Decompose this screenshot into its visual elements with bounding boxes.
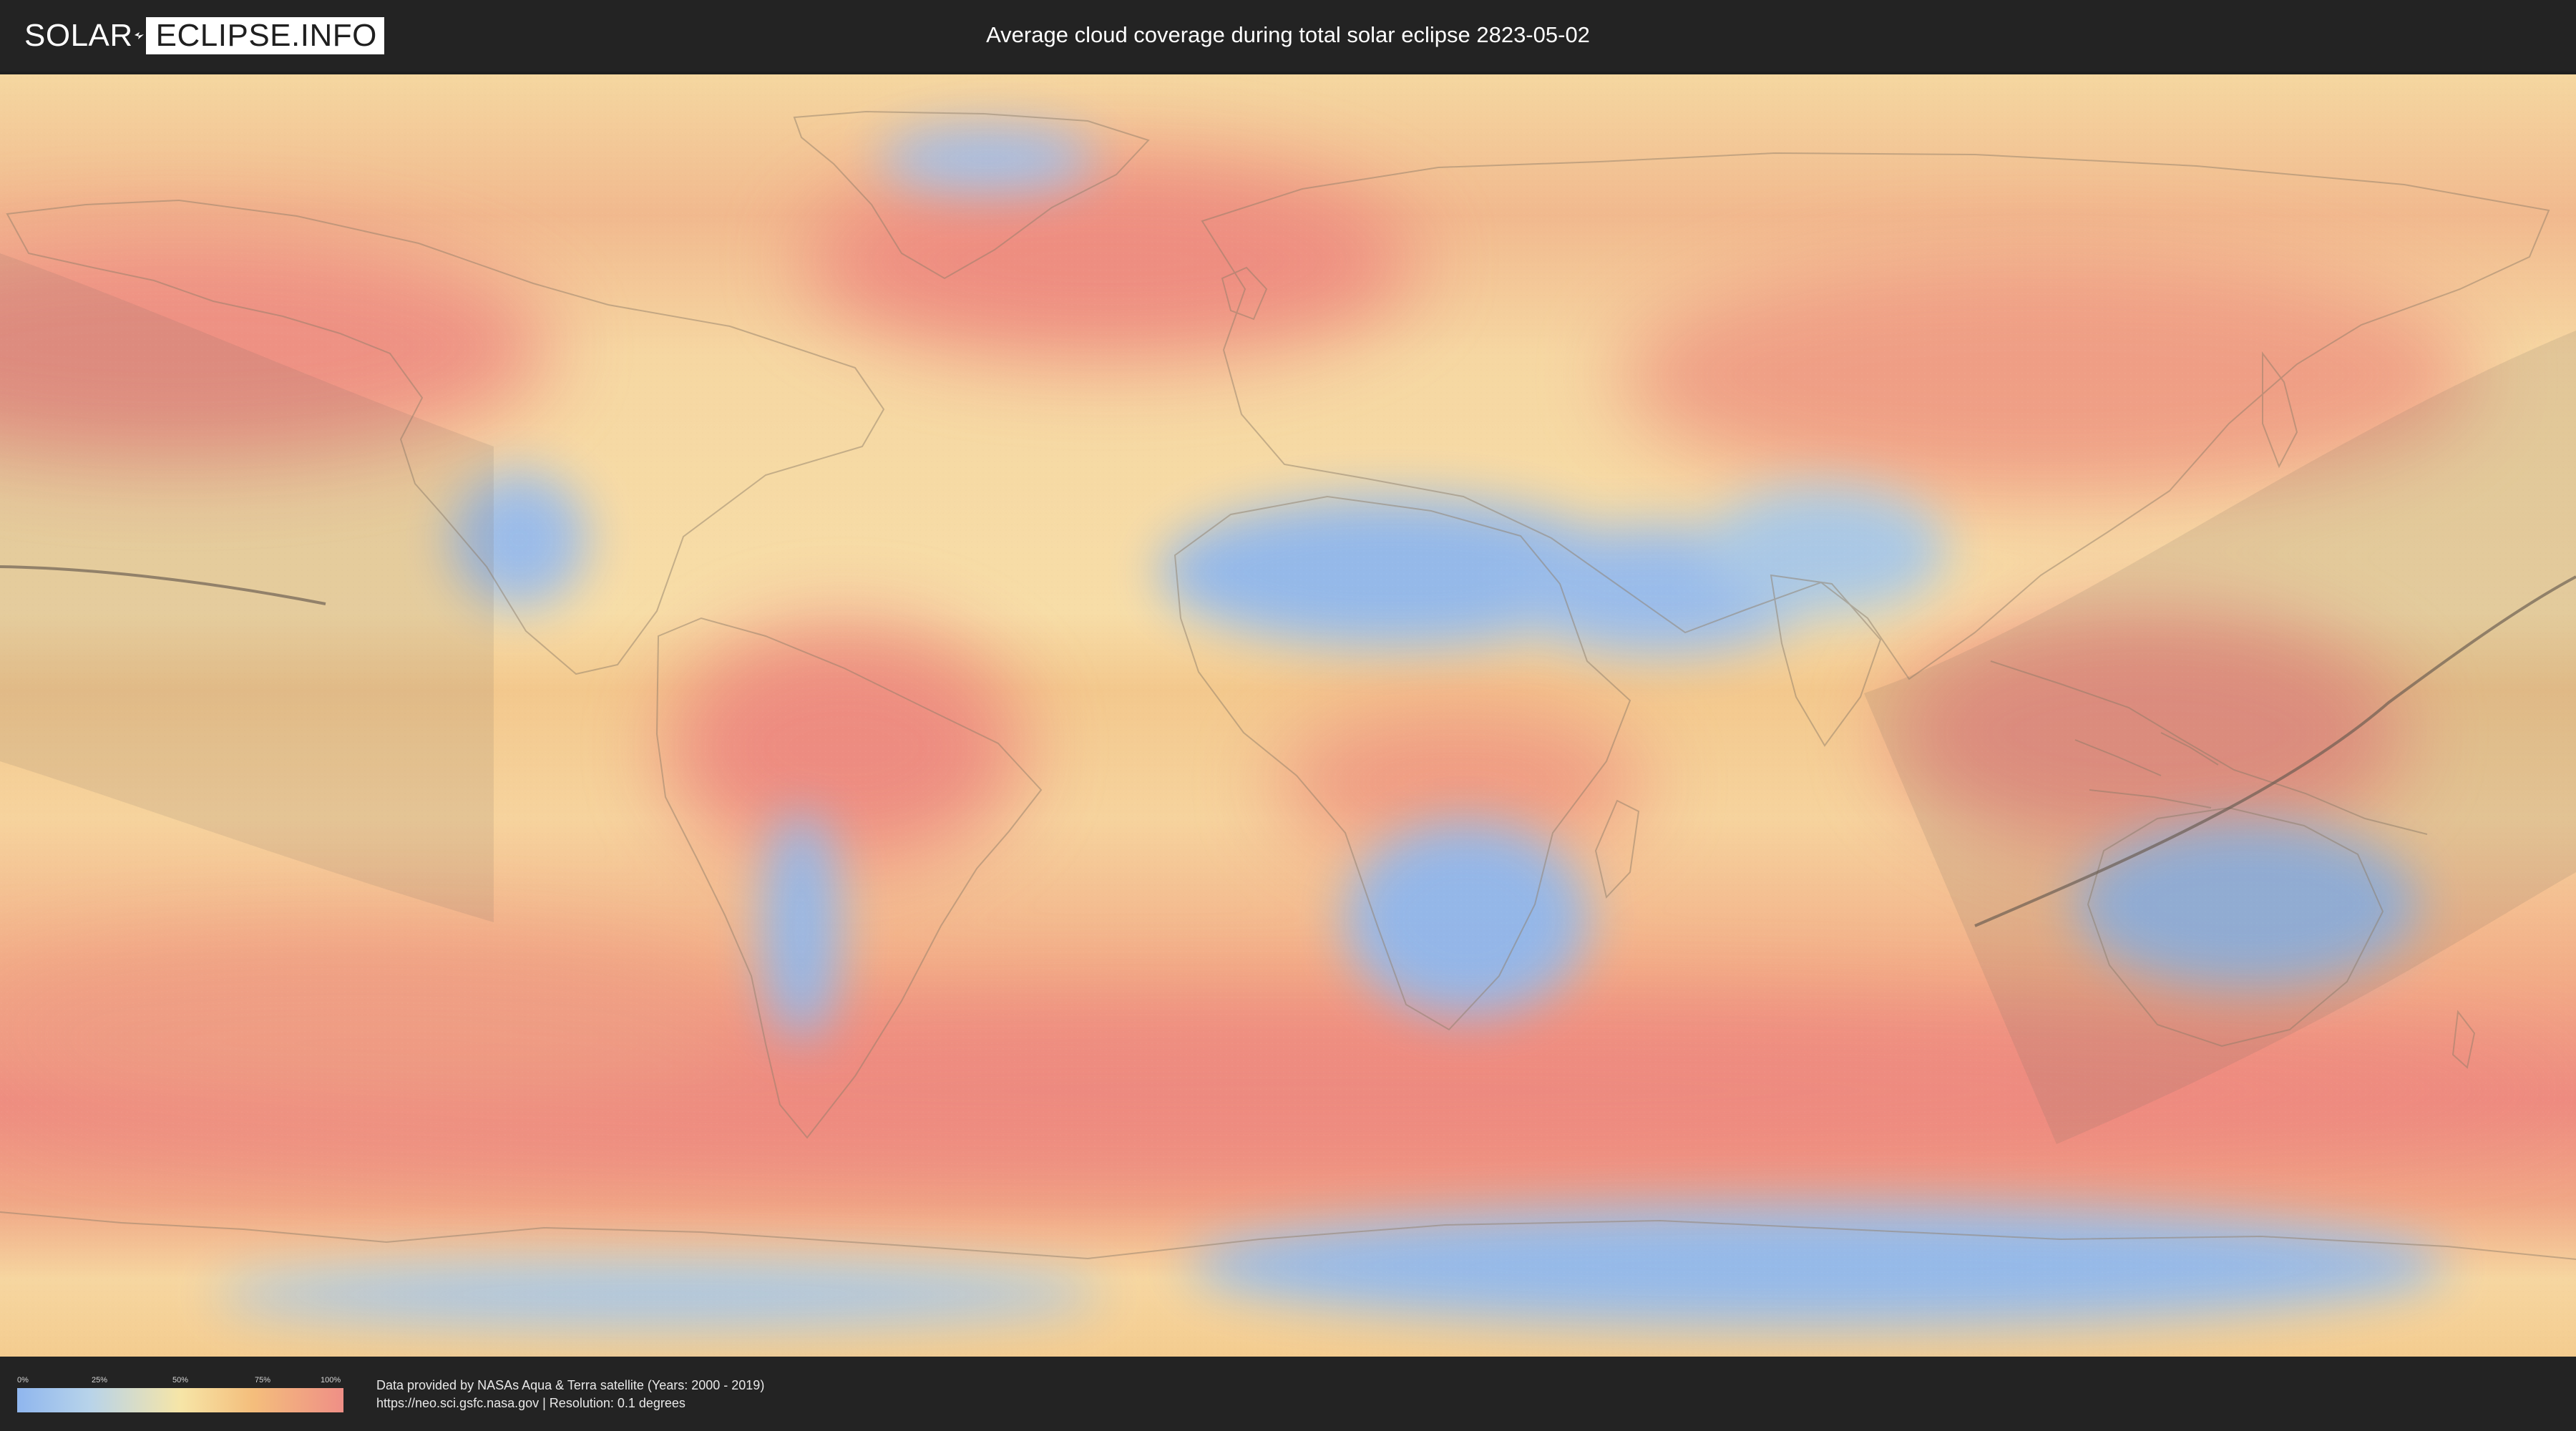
page-title: Average cloud coverage during total sola… [986,22,1590,47]
credits-line-1: Data provided by NASAs Aqua & Terra sate… [376,1378,765,1392]
legend-tick-0: 0% [17,1376,29,1384]
legend-tick-25: 25% [92,1376,108,1384]
bottom-footer: 0% 25% 50% 75% 100% Data provided by NAS… [0,1357,2576,1431]
cloud-coverage-map[interactable] [0,74,2576,1357]
data-credits: Data provided by NASAs Aqua & Terra sate… [376,1377,764,1412]
legend-tick-75: 75% [255,1376,271,1384]
legend-tick-50: 50% [172,1376,189,1384]
top-header: SOLAR ECLIPSE.INFO Average cloud coverag… [0,0,2576,72]
credits-line-2: https://neo.sci.gsfc.nasa.gov | Resoluti… [376,1396,686,1410]
cloud-coverage-legend: 0% 25% 50% 75% 100% [17,1375,343,1412]
legend-color-bar [17,1388,343,1412]
legend-tick-100: 100% [321,1376,341,1384]
legend-tick-row: 0% 25% 50% 75% 100% [17,1375,343,1387]
